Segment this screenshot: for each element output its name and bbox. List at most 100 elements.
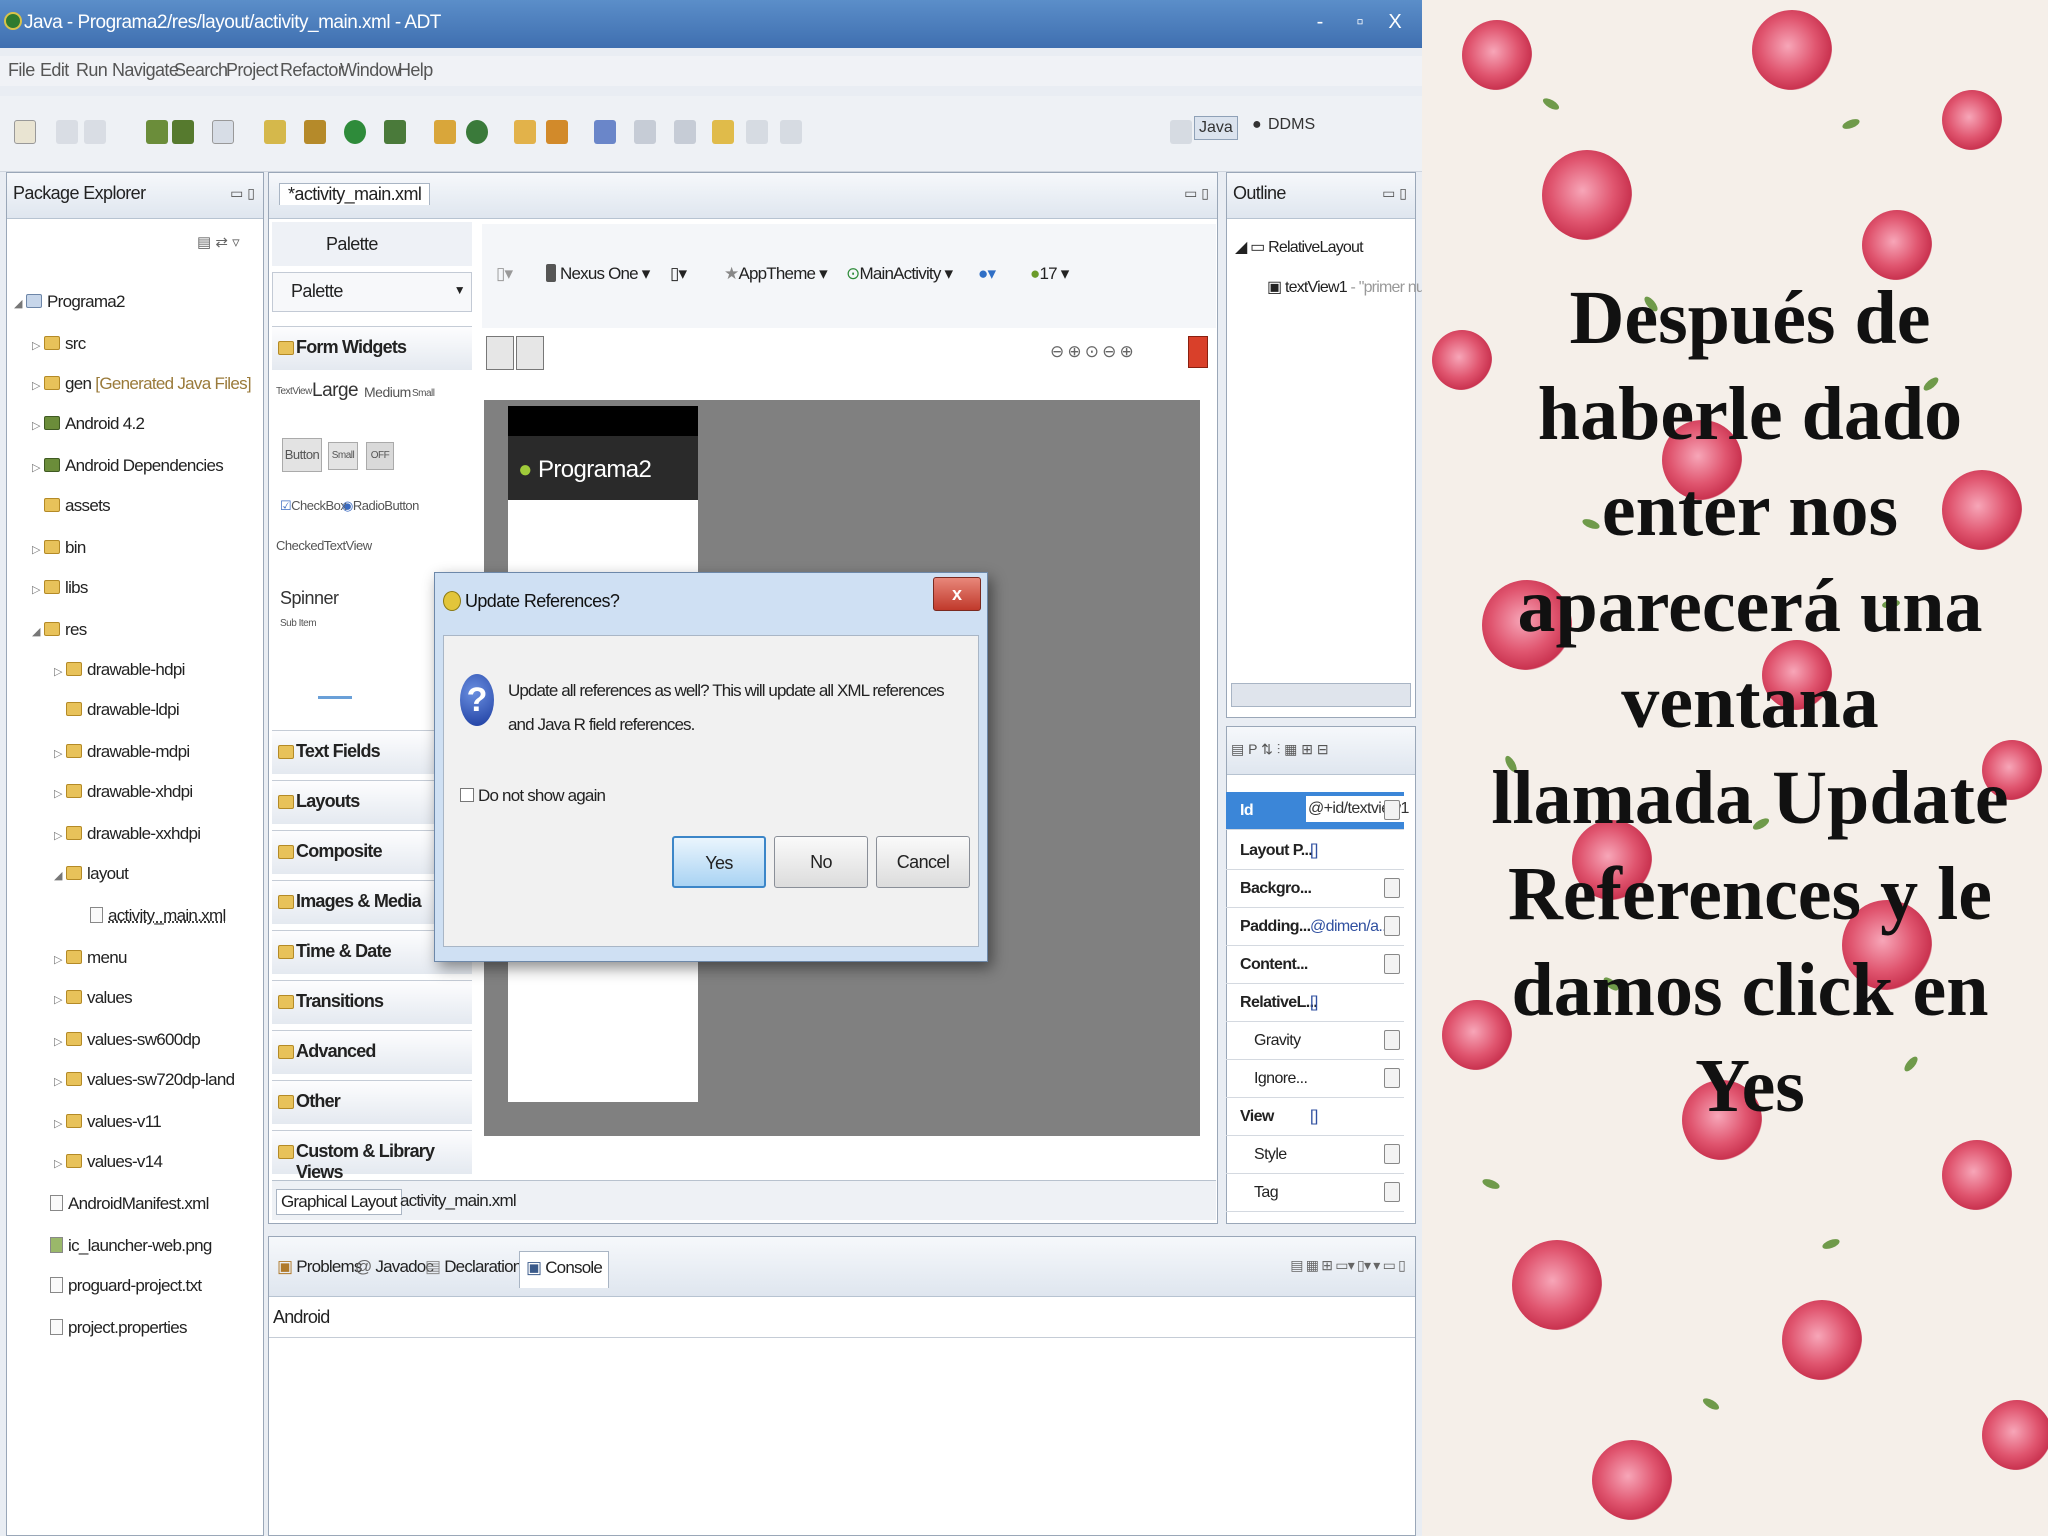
open-perspective-icon[interactable] bbox=[1170, 120, 1192, 144]
tree-item-values[interactable]: ▷ values bbox=[54, 988, 133, 1008]
prop-padding[interactable]: Padding... @dimen/a... bbox=[1226, 908, 1404, 946]
menu-run[interactable]: Run bbox=[76, 60, 108, 81]
tree-item-libs[interactable]: ▷ libs bbox=[32, 578, 88, 598]
tree-item-layout[interactable]: ◢ layout bbox=[54, 864, 129, 884]
editor-minmax-icon[interactable]: ▭ ▯ bbox=[1184, 185, 1209, 202]
search-icon[interactable] bbox=[546, 120, 568, 144]
save-all-icon[interactable] bbox=[84, 120, 106, 144]
layout-height-icon[interactable] bbox=[516, 336, 544, 370]
tree-item-android-sdk[interactable]: ▷ Android 4.2 bbox=[32, 414, 145, 434]
tab-console[interactable]: ▣ Console bbox=[519, 1251, 609, 1288]
widget-medium-text[interactable]: Medium bbox=[364, 384, 411, 400]
tree-item-src[interactable]: ▷ src bbox=[32, 334, 86, 354]
close-window-button[interactable]: X bbox=[1370, 4, 1420, 40]
avd-manager-icon[interactable] bbox=[172, 120, 194, 144]
theme-selector[interactable]: ★AppTheme ▾ bbox=[724, 264, 828, 284]
tab-activity-main[interactable]: *activity_main.xml bbox=[279, 183, 431, 205]
tree-item-drawable-mdpi[interactable]: ▷ drawable-mdpi bbox=[54, 742, 190, 762]
outline-minmax-icon[interactable]: ▭ ▯ bbox=[1382, 185, 1407, 202]
widget-checkedtextview[interactable]: CheckedTextView bbox=[276, 538, 372, 553]
palette-category-advanced[interactable]: Advanced bbox=[272, 1030, 472, 1074]
tree-item-drawable-ldpi[interactable]: drawable-ldpi bbox=[66, 700, 180, 720]
prop-content[interactable]: Content... bbox=[1226, 946, 1404, 984]
tree-item-values-v14[interactable]: ▷ values-v14 bbox=[54, 1152, 163, 1172]
widget-large-text[interactable]: Large bbox=[312, 380, 359, 402]
tree-item-drawable-xhdpi[interactable]: ▷ drawable-xhdpi bbox=[54, 782, 193, 802]
menu-navigate[interactable]: Navigate bbox=[112, 60, 179, 81]
outline-child[interactable]: ▣ textView1 - "primer nu bbox=[1267, 277, 1422, 297]
new-android-project-icon[interactable] bbox=[264, 120, 286, 144]
cancel-button[interactable]: Cancel bbox=[876, 836, 970, 888]
widget-small-button[interactable]: Small bbox=[328, 442, 358, 470]
palette-dropdown[interactable]: Palette ▼ bbox=[272, 272, 472, 312]
perspective-java[interactable]: Java bbox=[1194, 116, 1238, 140]
prev-annotation-icon[interactable] bbox=[674, 120, 696, 144]
debug-icon[interactable] bbox=[304, 120, 326, 144]
outline-hscrollbar[interactable] bbox=[1231, 683, 1411, 707]
menu-help[interactable]: Help bbox=[398, 60, 433, 81]
tree-item-assets[interactable]: assets bbox=[44, 496, 111, 516]
tab-problems[interactable]: ▣ Problems bbox=[277, 1257, 362, 1277]
sdk-manager-icon[interactable] bbox=[146, 120, 168, 144]
new-java-class-icon[interactable] bbox=[434, 120, 456, 144]
widget-spinner[interactable]: Spinner bbox=[280, 588, 339, 609]
prop-relative-layout[interactable]: RelativeL...[] bbox=[1226, 984, 1404, 1022]
tree-item-gen[interactable]: ▷ gen [Generated Java Files] bbox=[32, 374, 252, 394]
tab-xml-source[interactable]: activity_main.xml bbox=[400, 1191, 517, 1211]
back-icon[interactable] bbox=[746, 120, 768, 144]
tree-item-values-sw600dp[interactable]: ▷ values-sw600dp bbox=[54, 1030, 201, 1050]
widget-seekbar[interactable] bbox=[318, 696, 352, 699]
tree-item-launcher-png[interactable]: ic_launcher-web.png bbox=[50, 1236, 212, 1256]
tab-javadoc[interactable]: @ Javadoc bbox=[355, 1257, 434, 1277]
activity-selector[interactable]: ⊙MainActivity ▾ bbox=[846, 264, 953, 284]
widget-button[interactable]: Button bbox=[282, 438, 322, 472]
tab-outline[interactable]: Outline bbox=[1233, 183, 1286, 204]
new-icon[interactable] bbox=[14, 120, 36, 144]
tree-item-manifest[interactable]: AndroidManifest.xml bbox=[50, 1194, 209, 1214]
palette-category-form-widgets[interactable]: Form Widgets bbox=[272, 326, 472, 370]
menu-refactor[interactable]: Refactor bbox=[280, 60, 344, 81]
tree-item-drawable-xxhdpi[interactable]: ▷ drawable-xxhdpi bbox=[54, 824, 201, 844]
open-type-icon[interactable] bbox=[514, 120, 536, 144]
locale-icon[interactable]: ●▾ bbox=[978, 264, 996, 284]
widget-toggle[interactable]: OFF bbox=[366, 442, 394, 470]
collapse-link-icon[interactable]: ▤ ⇄ ▿ bbox=[197, 233, 240, 251]
external-tools-icon[interactable] bbox=[384, 120, 406, 144]
prop-background[interactable]: Backgro... bbox=[1226, 870, 1404, 908]
widget-radiobutton[interactable]: ◉RadioButton bbox=[342, 498, 419, 514]
widget-small-text[interactable]: Small bbox=[412, 388, 435, 399]
last-edit-icon[interactable] bbox=[712, 120, 734, 144]
outline-root[interactable]: ◢ ▭ RelativeLayout bbox=[1235, 237, 1364, 257]
tree-item-values-sw720dp-land[interactable]: ▷ values-sw720dp-land bbox=[54, 1070, 235, 1090]
palette-category-transitions[interactable]: Transitions bbox=[272, 980, 472, 1024]
new-package-icon[interactable] bbox=[466, 120, 488, 144]
tree-item-menu[interactable]: ▷ menu bbox=[54, 948, 127, 968]
tab-declaration[interactable]: ▤ Declaration bbox=[425, 1257, 522, 1277]
tree-item-bin[interactable]: ▷ bin bbox=[32, 538, 86, 558]
run-icon[interactable] bbox=[344, 120, 366, 144]
prop-gravity[interactable]: Gravity bbox=[1226, 1022, 1404, 1060]
widget-checkbox[interactable]: ☑CheckBox bbox=[280, 498, 347, 514]
tree-item-project[interactable]: ◢ Programa2 bbox=[14, 292, 125, 312]
do-not-show-again-checkbox[interactable]: Do not show again bbox=[460, 786, 606, 806]
tab-graphical-layout[interactable]: Graphical Layout bbox=[276, 1189, 402, 1215]
tree-item-dependencies[interactable]: ▷ Android Dependencies bbox=[32, 456, 224, 476]
tree-item-activity-main-xml[interactable]: activity_main.xml bbox=[90, 906, 226, 926]
menu-project[interactable]: Project bbox=[226, 60, 278, 81]
palette-category-other[interactable]: Other bbox=[272, 1080, 472, 1124]
save-icon[interactable] bbox=[56, 120, 78, 144]
tree-item-res[interactable]: ◢ res bbox=[32, 620, 87, 640]
menu-search[interactable]: Search bbox=[174, 60, 228, 81]
zoom-icons[interactable]: ⊖ ⊕ ⊙ ⊖ ⊕ bbox=[1050, 342, 1134, 362]
prop-ignore[interactable]: Ignore... bbox=[1226, 1060, 1404, 1098]
menu-edit[interactable]: Edit bbox=[40, 60, 69, 81]
device-selector[interactable]: Nexus One ▾ bbox=[546, 264, 650, 284]
prop-id[interactable]: Id @+id/textview1 bbox=[1226, 792, 1411, 830]
lint-icon[interactable] bbox=[212, 120, 234, 144]
orientation-icon[interactable]: ▯▾ bbox=[670, 264, 687, 284]
yes-button[interactable]: Yes bbox=[672, 836, 766, 888]
error-marker-icon[interactable] bbox=[1188, 336, 1208, 368]
forward-icon[interactable] bbox=[780, 120, 802, 144]
minimize-maximize-icon[interactable]: ▭ ▯ bbox=[230, 185, 255, 202]
minimize-button[interactable]: - bbox=[1300, 4, 1340, 40]
